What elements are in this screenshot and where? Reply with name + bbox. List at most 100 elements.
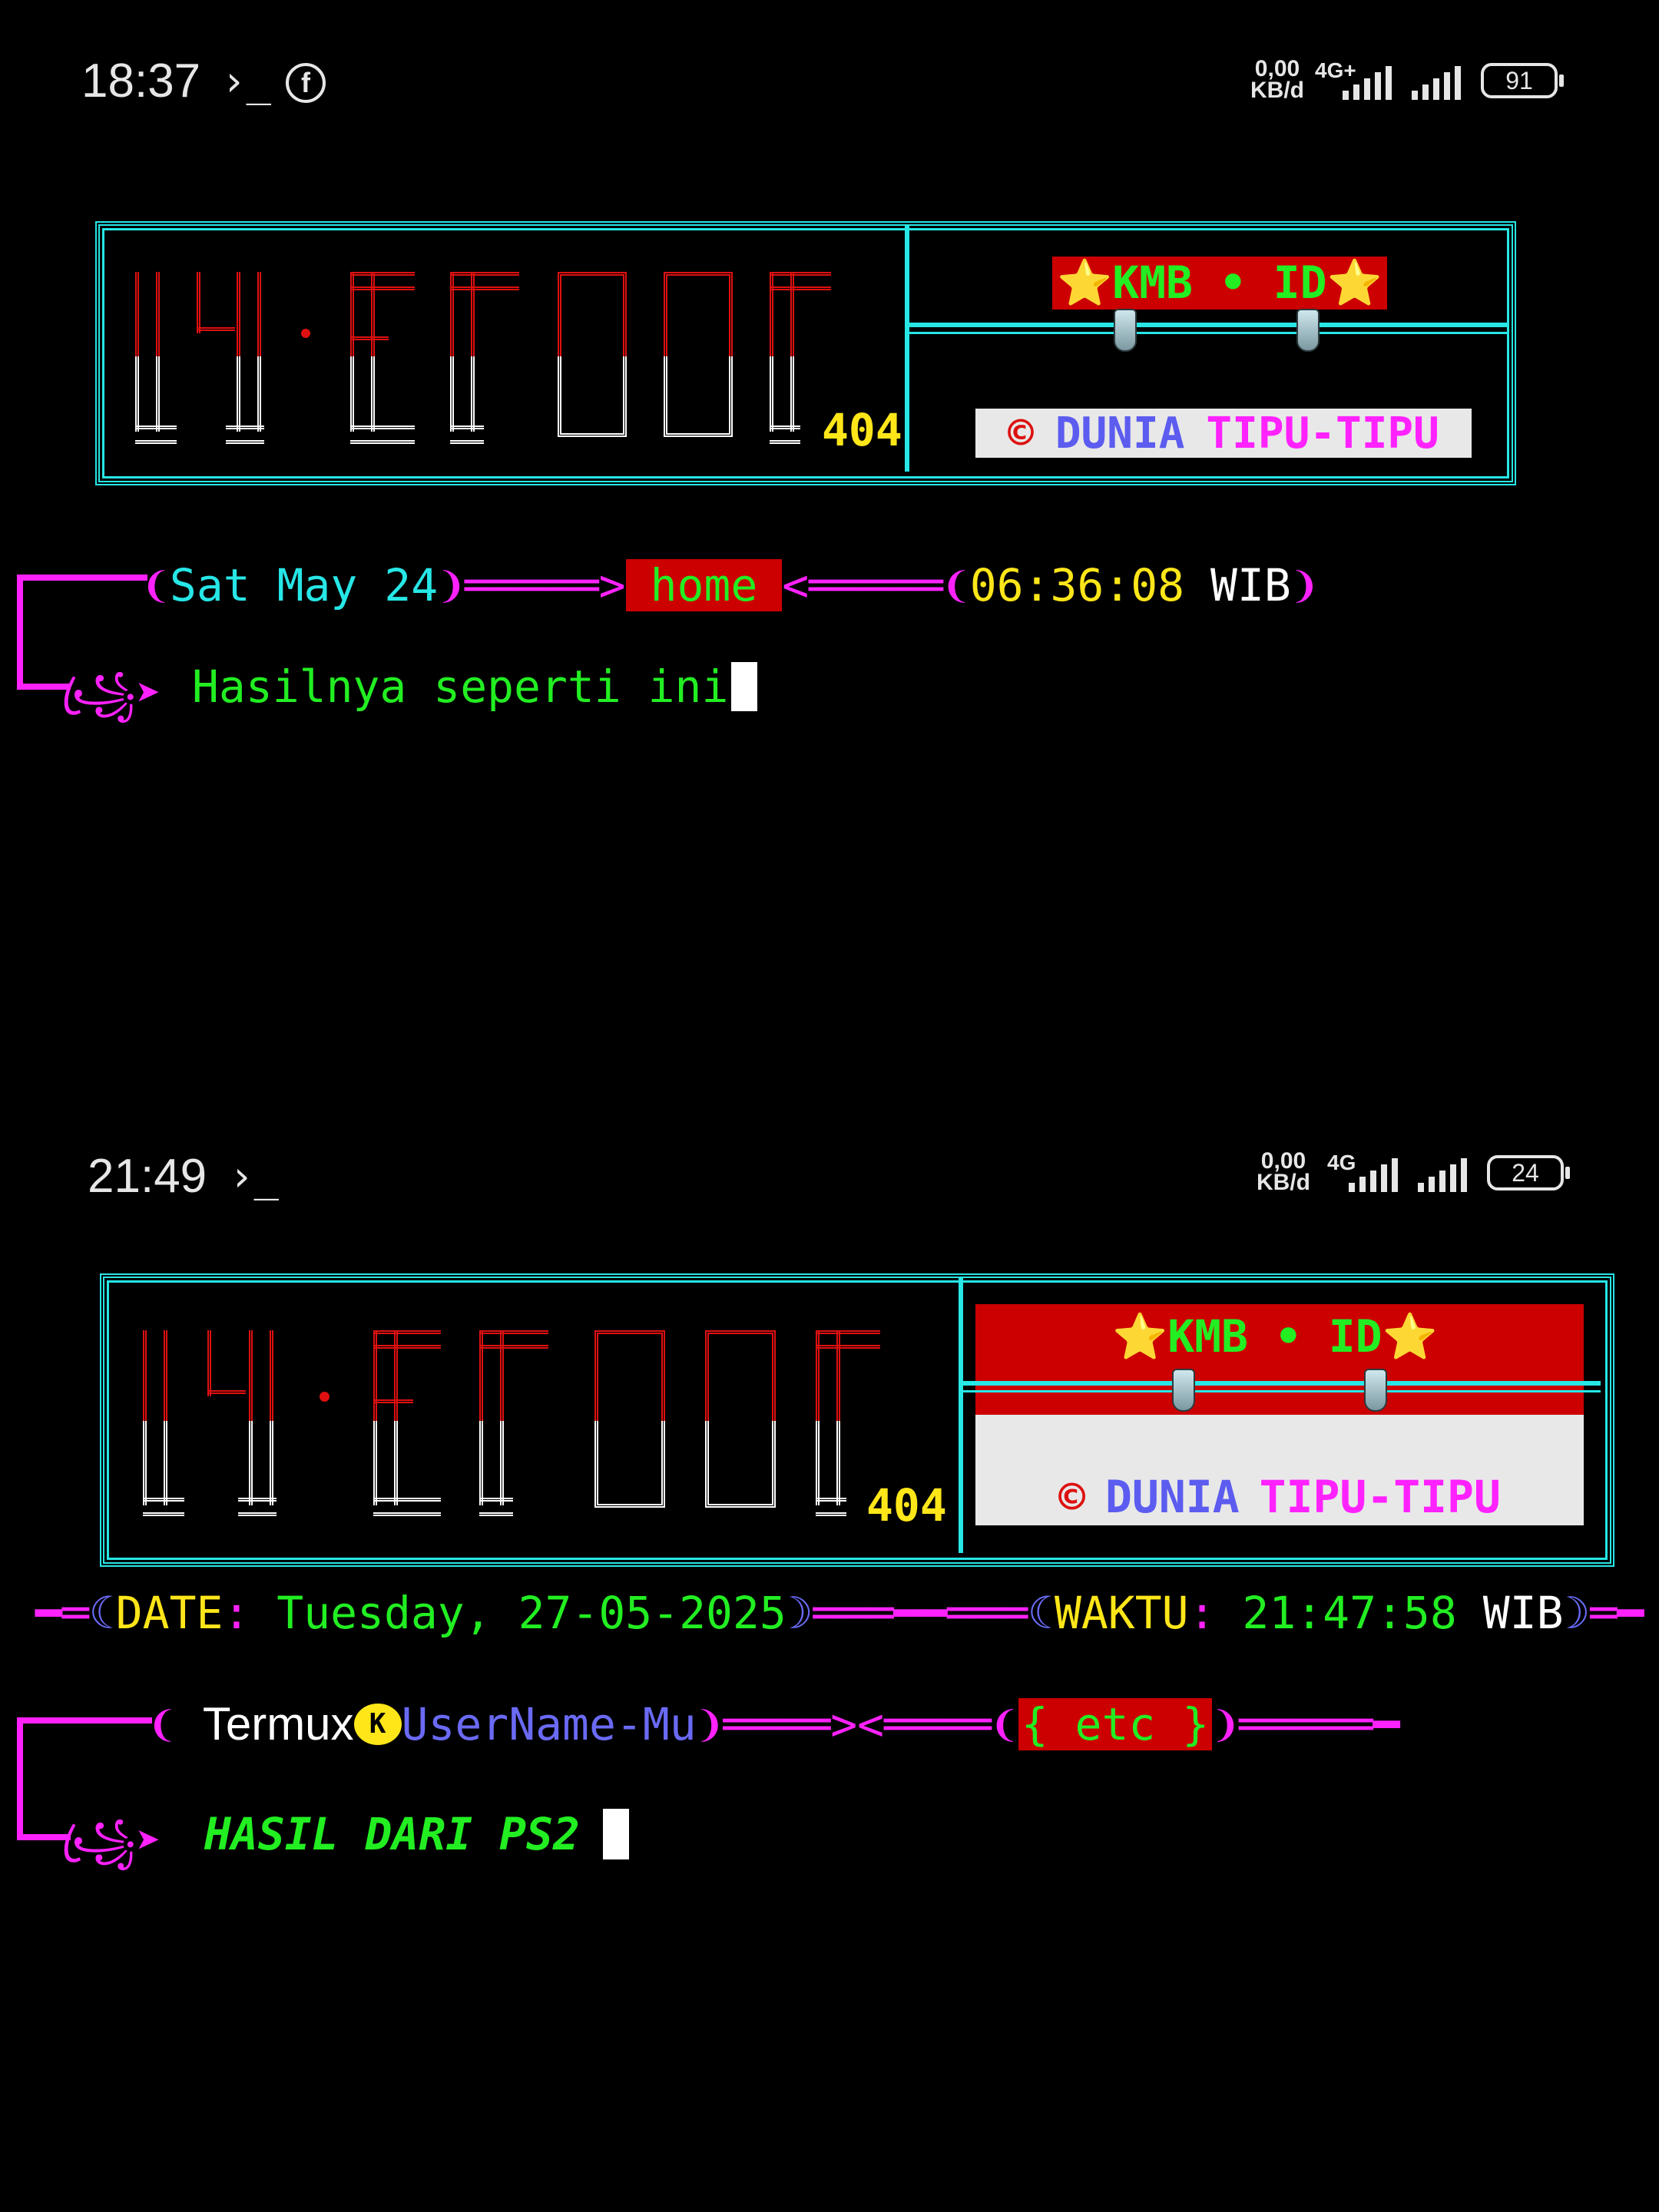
logo-letter-4 [207, 1330, 276, 1516]
banner-box-top: 404 ⭐KMB • ID⭐ © DUNIA TIPU-TIPU [95, 221, 1516, 485]
paren-close-icon-2: ❩ [1290, 559, 1318, 611]
date-value: Tuesday, 27-05-2025 [276, 1587, 786, 1639]
banner-box-bottom: 404 ⭐KMB • ID⭐ © DUNIA TIPU-TIPU [100, 1273, 1614, 1567]
arrow-left-icon: <═════ [782, 559, 943, 611]
logo-letter-o2 [705, 1330, 776, 1515]
logo-dot [301, 329, 310, 338]
data-rate-unit: KB/d [1257, 1170, 1310, 1195]
banner-hline-2 [963, 1390, 1601, 1392]
banner-hline [909, 323, 1507, 327]
prompt-bracket-bottom [17, 1717, 23, 1840]
date-label: DATE [115, 1587, 224, 1639]
logo-dot [320, 1392, 329, 1402]
text-cursor [602, 1809, 629, 1859]
prompt-line-top: ❨ Sat May 24 ❩ ═════> home <═════ ❨ 06:3… [143, 559, 1318, 611]
paren-open-icon-2: ❨ [942, 559, 970, 611]
line-tail: ═════━ [1239, 1697, 1400, 1750]
paren-open-icon: ☾ [88, 1587, 116, 1639]
prompt-user: UserName-Mu [401, 1697, 697, 1750]
paren-close-icon: ❩ [438, 559, 465, 611]
logo-letter-e [373, 1330, 442, 1516]
banner-hline-2 [909, 332, 1507, 334]
prompt-tag: { etc } [1018, 1697, 1213, 1750]
prompt-page: home [625, 559, 783, 611]
battery-level: 91 [1481, 63, 1558, 98]
text-cursor [731, 662, 758, 711]
logo-letter-r [479, 1330, 548, 1516]
logo-letter-o1 [594, 1330, 665, 1515]
arrow-right-icon: ════><════ [723, 1697, 992, 1750]
time-zone: WIB [1482, 1587, 1564, 1639]
data-rate-unit: KB/d [1250, 78, 1304, 103]
copyright-symbol: © [1058, 1471, 1086, 1523]
battery-level: 24 [1487, 1155, 1564, 1190]
time-colon: : [1188, 1587, 1243, 1639]
logo-letter-o2 [664, 272, 733, 441]
paren-close-icon: ☽ [786, 1587, 813, 1639]
ornament-icon: ꧁ꦿ➤ [61, 1816, 161, 1865]
copyright-label: © DUNIA TIPU-TIPU [975, 1470, 1584, 1524]
prompt-bracket-top-h [17, 575, 147, 581]
shield-icon-left [1114, 309, 1137, 352]
line-ornament-right: ═━ [1590, 1587, 1644, 1639]
paren-open-icon: ❨ [149, 1697, 203, 1750]
terminal-icon: ›_ [229, 1152, 280, 1200]
shield-icon-right [1296, 309, 1320, 352]
signal-icon-1 [1349, 1157, 1398, 1192]
logo-letter-l [143, 1330, 184, 1516]
logo-art [143, 1330, 934, 1516]
time-label: WAKTU [1054, 1587, 1189, 1639]
command-line-bottom[interactable]: HASIL DARI PS2 [204, 1808, 629, 1860]
copyright-symbol: © [1008, 408, 1034, 459]
copyright-label: © DUNIA TIPU-TIPU [975, 408, 1472, 459]
logo-art [135, 272, 926, 444]
copyright-word-1: DUNIA [1105, 1471, 1240, 1523]
signal-icon-2 [1412, 65, 1461, 100]
prompt-date: Sat May 24 [169, 559, 439, 611]
terminal-icon: ›_ [221, 57, 272, 105]
paren-close-icon-2: ❩ [1212, 1697, 1240, 1750]
paren-open-icon-2: ❨ [991, 1697, 1018, 1750]
logo-letter-e [350, 272, 419, 444]
signal-icon-1 [1343, 65, 1392, 100]
command-line-top[interactable]: Hasilnya seperti ini [192, 661, 758, 713]
copyright-word-2: TIPU-TIPU [1206, 408, 1439, 459]
status-time: 18:37 [81, 55, 201, 108]
datetime-line: ━═ ☾ DATE : Tuesday, 27-05-2025 ☽ ═══━━═… [35, 1587, 1644, 1639]
line-ornament-left: ━═ [35, 1587, 89, 1639]
arrow-right-icon: ═════> [465, 559, 626, 611]
battery-icon: 91 [1481, 63, 1564, 98]
banner-hline [963, 1381, 1601, 1386]
ornament-icon: ꧁ꦿ➤ [61, 669, 161, 717]
prompt-zone: WIB [1210, 559, 1291, 611]
time-value: 21:47:58 [1242, 1587, 1457, 1639]
kmb-id-label: ⭐KMB • ID⭐ [1112, 1310, 1438, 1363]
status-time: 21:49 [88, 1150, 207, 1203]
battery-tip [1565, 1167, 1570, 1179]
data-rate-value: 0,00 [1254, 56, 1300, 81]
signal-icon-2 [1418, 1157, 1467, 1192]
prompt-line-bottom: ❨ Termux K UserName-Mu ❩ ════><════ ❨ { … [149, 1697, 1400, 1750]
facebook-icon: f [286, 63, 326, 103]
line-ornament-mid: ═══━━═══ [813, 1587, 1028, 1639]
k-badge-icon: K [353, 1703, 402, 1745]
shield-icon-right [1364, 1369, 1387, 1412]
prompt-time: 06:36:08 [969, 559, 1185, 611]
logo-letter-l [135, 272, 177, 444]
banner-divider [905, 226, 909, 472]
kmb-id-label: ⭐KMB • ID⭐ [1052, 257, 1387, 310]
command-text: HASIL DARI PS2 [204, 1808, 580, 1860]
logo-number: 404 [822, 404, 902, 456]
logo-letter-o1 [558, 272, 627, 441]
facebook-icon-glyph: f [301, 67, 310, 98]
date-colon: : [223, 1587, 277, 1639]
command-text: Hasilnya seperti ini [192, 661, 729, 713]
data-rate-value: 0,00 [1260, 1148, 1306, 1174]
battery-tip [1559, 75, 1564, 87]
prompt-bracket-bottom-h [17, 1717, 152, 1724]
paren-open-icon-2: ☾ [1028, 1587, 1055, 1639]
prompt-bracket-top [17, 575, 23, 688]
logo-number: 404 [866, 1479, 947, 1532]
copyright-word-2: TIPU-TIPU [1259, 1471, 1501, 1523]
data-rate: 0,00 KB/d [1250, 56, 1304, 103]
